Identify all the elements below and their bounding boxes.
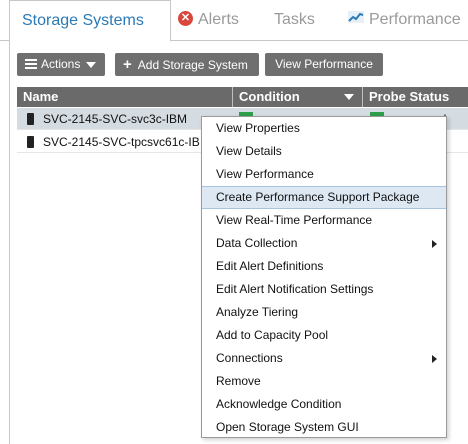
menu-item-data-collection-label: Data Collection <box>216 236 298 250</box>
column-header-condition[interactable]: Condition <box>232 87 362 107</box>
column-header-probe-status[interactable]: Probe Status <box>362 87 468 107</box>
add-storage-system-label: Add Storage System <box>137 58 248 72</box>
actions-label: Actions <box>41 57 81 71</box>
storage-system-name-cell: SVC-2145-SVC-tpcsvc61c-IB <box>27 131 200 153</box>
tab-storage-systems[interactable]: Storage Systems <box>9 0 171 42</box>
context-menu: View Properties View Details View Perfor… <box>201 116 447 438</box>
view-performance-label: View Performance <box>275 57 373 71</box>
alert-circle-icon: ✕ <box>178 11 193 27</box>
menu-item-connections[interactable]: Connections <box>202 347 446 370</box>
tab-tasks[interactable]: Tasks <box>274 0 315 41</box>
menu-item-open-storage-system-gui[interactable]: Open Storage System GUI <box>202 416 446 439</box>
menu-item-edit-alert-notification-settings[interactable]: Edit Alert Notification Settings <box>202 278 446 301</box>
storage-system-name-cell: SVC-2145-SVC-svc3c-IBM <box>27 108 187 130</box>
chevron-down-icon <box>86 61 97 68</box>
tab-performance[interactable]: Performance <box>348 0 461 41</box>
column-header-name[interactable]: Name <box>17 87 232 107</box>
list-icon <box>25 57 37 71</box>
sort-caret-icon[interactable] <box>344 94 354 100</box>
storage-device-icon <box>27 112 34 125</box>
tab-alerts[interactable]: ✕ Alerts <box>178 0 239 41</box>
menu-item-view-real-time-performance[interactable]: View Real-Time Performance <box>202 209 446 232</box>
column-header-condition-label: Condition <box>239 89 300 104</box>
tab-bar: Storage Systems ✕ Alerts Tasks Performanc… <box>0 0 468 42</box>
actions-button[interactable]: Actions <box>17 53 105 76</box>
menu-item-analyze-tiering[interactable]: Analyze Tiering <box>202 301 446 324</box>
menu-item-view-details[interactable]: View Details <box>202 140 446 163</box>
menu-item-add-to-capacity-pool[interactable]: Add to Capacity Pool <box>202 324 446 347</box>
menu-item-data-collection[interactable]: Data Collection <box>202 232 446 255</box>
menu-item-acknowledge-condition[interactable]: Acknowledge Condition <box>202 393 446 416</box>
menu-item-view-performance[interactable]: View Performance <box>202 163 446 186</box>
storage-system-name: SVC-2145-SVC-svc3c-IBM <box>43 112 188 126</box>
menu-item-remove[interactable]: Remove <box>202 370 446 393</box>
storage-system-name: SVC-2145-SVC-tpcsvc61c-IB <box>43 135 200 149</box>
add-storage-system-button[interactable]: + Add Storage System <box>115 53 259 76</box>
menu-item-connections-label: Connections <box>216 351 283 365</box>
submenu-arrow-icon <box>432 240 437 248</box>
table-header: Name Condition Probe Status <box>17 87 468 107</box>
submenu-arrow-icon <box>432 355 437 363</box>
menu-item-edit-alert-definitions[interactable]: Edit Alert Definitions <box>202 255 446 278</box>
tab-alerts-label: Alerts <box>198 11 239 28</box>
storage-device-icon <box>27 135 34 148</box>
performance-chart-icon <box>348 0 364 39</box>
plus-icon: + <box>123 56 132 73</box>
tab-storage-systems-label: Storage Systems <box>22 12 144 29</box>
tab-performance-label: Performance <box>369 11 461 29</box>
column-header-name-label: Name <box>23 89 59 104</box>
menu-item-create-performance-support-package[interactable]: Create Performance Support Package <box>202 186 446 209</box>
column-header-probe-status-label: Probe Status <box>369 89 450 104</box>
menu-item-view-properties[interactable]: View Properties <box>202 117 446 140</box>
tab-tasks-label: Tasks <box>274 11 315 28</box>
view-performance-button[interactable]: View Performance <box>265 53 383 76</box>
